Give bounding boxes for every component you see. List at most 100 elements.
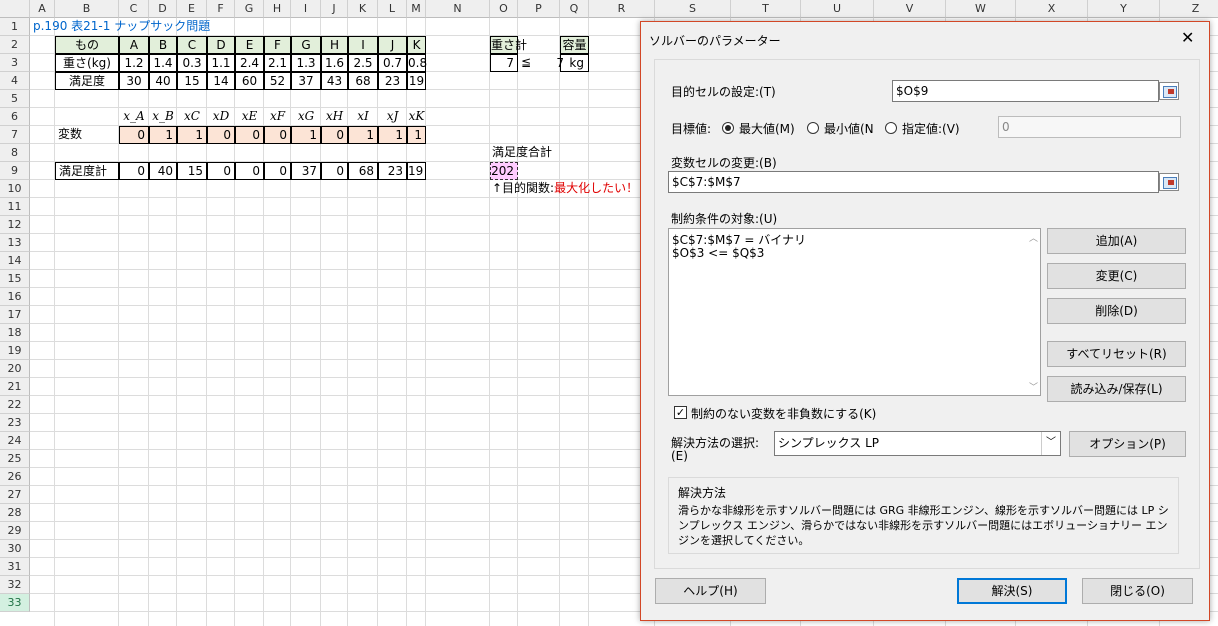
row-header[interactable]: 3: [0, 54, 30, 72]
column-header[interactable]: O: [490, 0, 518, 18]
satisfaction-cell[interactable]: 43: [321, 72, 348, 90]
var-label[interactable]: 変数: [55, 126, 119, 144]
row-header[interactable]: 19: [0, 342, 30, 360]
var-cell[interactable]: 1: [291, 126, 321, 144]
row-header[interactable]: 21: [0, 378, 30, 396]
row-header[interactable]: 25: [0, 450, 30, 468]
column-header[interactable]: D: [149, 0, 177, 18]
var-header-cell[interactable]: xC: [177, 108, 207, 126]
nonneg-label[interactable]: 制約のない変数を非負数にする(K): [691, 405, 876, 422]
weight-cell[interactable]: 0.7: [378, 54, 407, 72]
constraints-list[interactable]: $C$7:$M$7 = バイナリ $O$3 <= $Q$3 ︿ ﹀: [668, 228, 1041, 396]
row-header[interactable]: 18: [0, 324, 30, 342]
min-radio-label[interactable]: 最小値(N: [824, 120, 874, 137]
item-header[interactable]: もの: [55, 36, 119, 54]
column-header[interactable]: F: [207, 0, 235, 18]
var-header-cell[interactable]: x_A: [119, 108, 149, 126]
item-cell[interactable]: A: [119, 36, 149, 54]
total-cell[interactable]: 37: [291, 162, 321, 180]
column-header[interactable]: H: [264, 0, 291, 18]
row-header[interactable]: 23: [0, 414, 30, 432]
row-header[interactable]: 20: [0, 360, 30, 378]
row-header[interactable]: 8: [0, 144, 30, 162]
column-header[interactable]: I: [291, 0, 321, 18]
satisfaction-cell[interactable]: 37: [291, 72, 321, 90]
column-header[interactable]: P: [518, 0, 560, 18]
objective-note[interactable]: ↑目的関数:最大化したい！: [490, 180, 655, 198]
column-header[interactable]: G: [235, 0, 264, 18]
column-header[interactable]: Y: [1088, 0, 1160, 18]
column-header[interactable]: X: [1016, 0, 1088, 18]
var-cell[interactable]: 1: [407, 126, 426, 144]
satisfaction-label[interactable]: 満足度: [55, 72, 119, 90]
value-input[interactable]: 0: [998, 116, 1181, 138]
list-item[interactable]: $O$3 <= $Q$3: [672, 246, 764, 260]
var-cell[interactable]: 1: [177, 126, 207, 144]
add-button[interactable]: 追加(A): [1047, 228, 1186, 254]
total-cell[interactable]: 68: [348, 162, 378, 180]
range-picker-icon[interactable]: [1159, 173, 1179, 191]
delete-button[interactable]: 削除(D): [1047, 298, 1186, 324]
row-header[interactable]: 6: [0, 108, 30, 126]
column-header[interactable]: C: [119, 0, 149, 18]
var-header-cell[interactable]: xH: [321, 108, 348, 126]
total-cell[interactable]: 0: [321, 162, 348, 180]
scroll-up-icon[interactable]: ︿: [1029, 231, 1038, 244]
range-picker-icon[interactable]: [1159, 82, 1179, 100]
column-header[interactable]: K: [348, 0, 378, 18]
row-header[interactable]: 1: [0, 18, 30, 36]
item-cell[interactable]: C: [177, 36, 207, 54]
item-cell[interactable]: F: [264, 36, 291, 54]
reset-all-button[interactable]: すべてリセット(R): [1047, 341, 1186, 367]
column-header[interactable]: L: [378, 0, 407, 18]
select-all-corner[interactable]: [0, 0, 30, 18]
item-cell[interactable]: D: [207, 36, 235, 54]
var-cell[interactable]: 1: [149, 126, 177, 144]
satisfaction-cell[interactable]: 15: [177, 72, 207, 90]
row-header[interactable]: 10: [0, 180, 30, 198]
weight-cell[interactable]: 2.4: [235, 54, 264, 72]
total-cell[interactable]: 19: [407, 162, 426, 180]
weight-cell[interactable]: 1.2: [119, 54, 149, 72]
total-cell[interactable]: 0: [264, 162, 291, 180]
var-cell[interactable]: 0: [207, 126, 235, 144]
column-header[interactable]: B: [55, 0, 119, 18]
row-header[interactable]: 28: [0, 504, 30, 522]
row-header[interactable]: 5: [0, 90, 30, 108]
item-cell[interactable]: I: [348, 36, 378, 54]
var-header-cell[interactable]: xI: [348, 108, 378, 126]
column-header[interactable]: E: [177, 0, 207, 18]
total-cell[interactable]: 0: [235, 162, 264, 180]
column-header[interactable]: V: [874, 0, 946, 18]
var-cell[interactable]: 0: [119, 126, 149, 144]
column-header[interactable]: Z: [1160, 0, 1218, 18]
row-header[interactable]: 24: [0, 432, 30, 450]
row-header[interactable]: 22: [0, 396, 30, 414]
total-cell[interactable]: 0: [119, 162, 149, 180]
weight-cell[interactable]: 2.1: [264, 54, 291, 72]
options-button[interactable]: オプション(P): [1069, 431, 1186, 457]
weight-cell[interactable]: 2.5: [348, 54, 378, 72]
satisfaction-cell[interactable]: 52: [264, 72, 291, 90]
column-header[interactable]: R: [589, 0, 655, 18]
weight-label[interactable]: 重さ(kg): [55, 54, 119, 72]
row-header[interactable]: 9: [0, 162, 30, 180]
satisfaction-cell[interactable]: 19: [407, 72, 426, 90]
row-header[interactable]: 4: [0, 72, 30, 90]
chevron-down-icon[interactable]: ﹀: [1041, 432, 1060, 455]
item-cell[interactable]: J: [378, 36, 407, 54]
total-cell[interactable]: 15: [177, 162, 207, 180]
var-header-cell[interactable]: xJ: [378, 108, 407, 126]
column-header[interactable]: N: [426, 0, 490, 18]
row-header[interactable]: 15: [0, 270, 30, 288]
column-header[interactable]: U: [801, 0, 874, 18]
var-header-cell[interactable]: xG: [291, 108, 321, 126]
column-header[interactable]: S: [655, 0, 731, 18]
total-cell[interactable]: 23: [378, 162, 407, 180]
row-header[interactable]: 33: [0, 594, 30, 612]
row-header[interactable]: 2: [0, 36, 30, 54]
var-cell[interactable]: 1: [348, 126, 378, 144]
row-header[interactable]: 17: [0, 306, 30, 324]
total-cell[interactable]: 0: [207, 162, 235, 180]
column-header[interactable]: W: [946, 0, 1016, 18]
